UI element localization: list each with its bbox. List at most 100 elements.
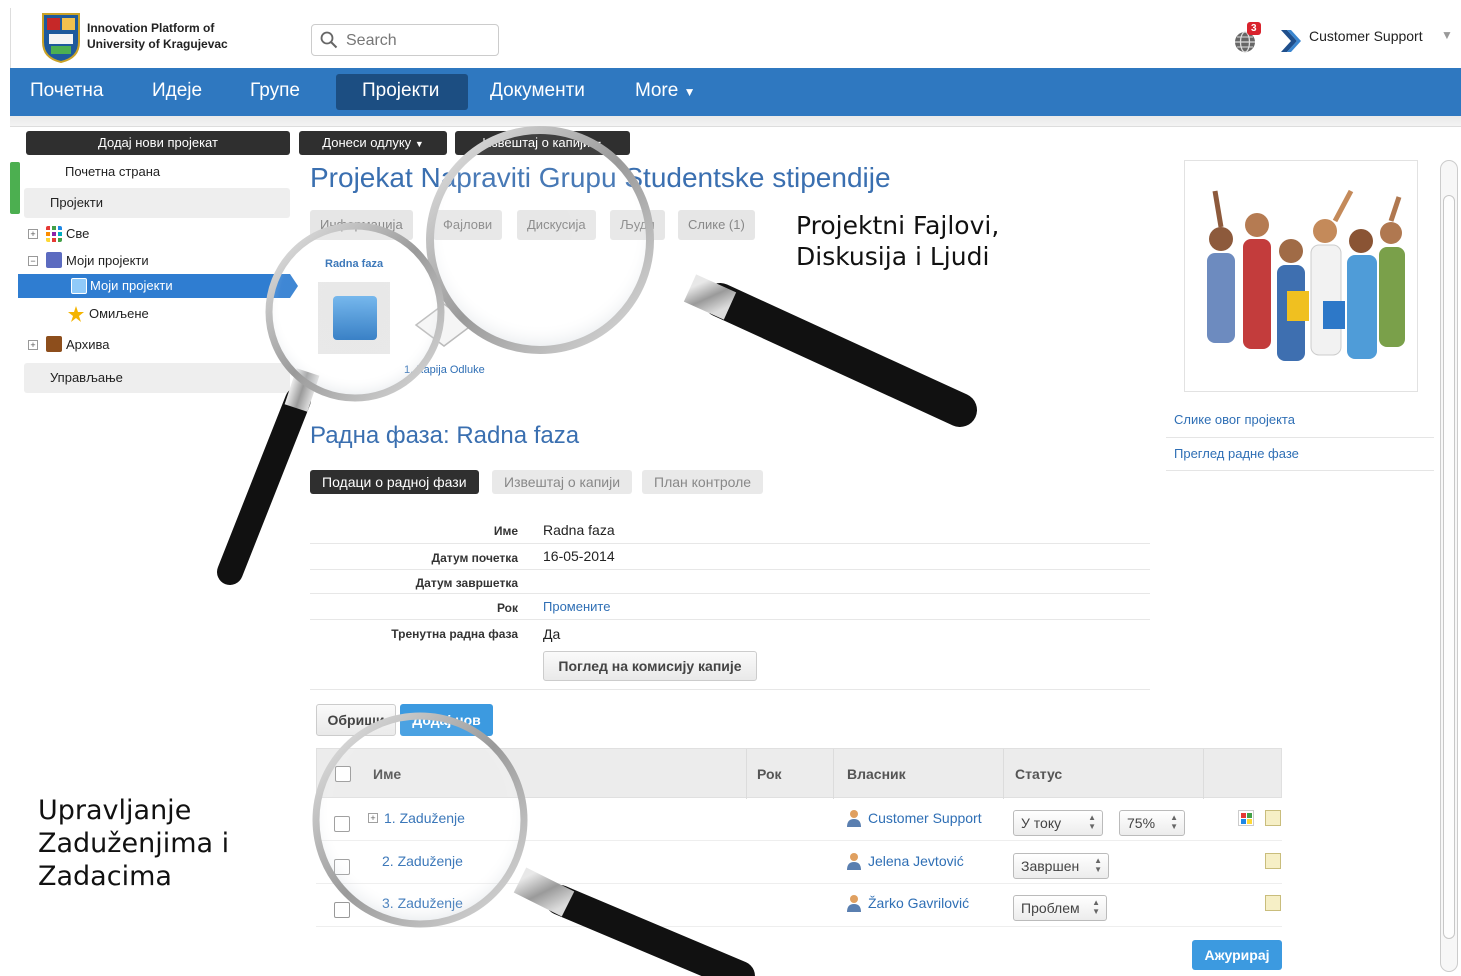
select-all-checkbox[interactable] bbox=[335, 766, 351, 782]
task-owner-link[interactable]: Žarko Gavrilović bbox=[868, 895, 969, 911]
search-placeholder: Search bbox=[346, 32, 397, 49]
gate-phase-icon[interactable] bbox=[333, 296, 377, 340]
project-photo-frame[interactable] bbox=[1184, 160, 1418, 392]
notifications-button[interactable]: 3 bbox=[1233, 22, 1261, 54]
collapse-my-projects-icon[interactable]: − bbox=[28, 256, 38, 266]
change-deadline-link[interactable]: Промените bbox=[543, 599, 610, 614]
notes-icon[interactable] bbox=[1265, 853, 1281, 869]
field-value: 16-05-2014 bbox=[543, 548, 615, 564]
user-menu-caret-icon[interactable]: ▼ bbox=[1441, 28, 1453, 42]
column-status[interactable]: Статус bbox=[1015, 766, 1062, 782]
make-decision-caret-icon: ▼ bbox=[414, 139, 424, 149]
status-select[interactable]: У току ▲ ▼ bbox=[1013, 810, 1103, 836]
select-arrows-icon: ▲ ▼ bbox=[1094, 856, 1102, 874]
field-label: Рок bbox=[496, 601, 518, 615]
sidebar-item-favorites[interactable]: Омиљене bbox=[89, 306, 149, 321]
column-divider bbox=[1203, 749, 1204, 799]
sidebar-item-my-projects-selected[interactable]: Моји пројекти bbox=[18, 274, 298, 298]
status-select[interactable]: Проблем ▲ ▼ bbox=[1013, 895, 1107, 921]
tab-people[interactable]: Људи bbox=[610, 210, 665, 240]
gate-report-button[interactable]: Извештај о капији ▼ bbox=[455, 131, 630, 155]
nav-more[interactable]: More ▼ bbox=[635, 80, 695, 102]
notes-icon[interactable] bbox=[1265, 810, 1281, 826]
callout-task-management: Upravljanje Zaduženjima i Zadacima bbox=[38, 794, 229, 893]
right-divider bbox=[1166, 437, 1434, 438]
user-icon bbox=[847, 853, 861, 870]
scrollbar[interactable] bbox=[1440, 160, 1458, 972]
tab-information[interactable]: Информација bbox=[310, 210, 413, 240]
nav-groups[interactable]: Групе bbox=[250, 80, 300, 102]
phase-overview-link[interactable]: Преглед радне фазе bbox=[1174, 446, 1299, 461]
expand-all-icon[interactable]: + bbox=[28, 229, 38, 239]
gantt-icon-red bbox=[1241, 813, 1246, 818]
task-owner-link[interactable]: Jelena Jevtović bbox=[868, 853, 964, 869]
column-divider bbox=[833, 749, 834, 799]
task-name-link[interactable]: 2. Zaduženje bbox=[382, 853, 463, 869]
table-row: + 1. Zaduženje Customer Support У току ▲ ▼… bbox=[316, 798, 1282, 841]
task-name-link[interactable]: 1. Zaduženje bbox=[384, 810, 465, 826]
scrollbar-thumb[interactable] bbox=[1443, 195, 1455, 939]
add-project-button[interactable]: Додај нови пројекат bbox=[26, 131, 290, 155]
sidebar-item-archive[interactable]: Архива bbox=[66, 337, 110, 352]
user-chevron-icon[interactable] bbox=[1279, 28, 1301, 54]
search-input[interactable]: Search bbox=[311, 24, 499, 56]
delete-button[interactable]: Обриши bbox=[316, 704, 396, 736]
sidebar-section-management-label: Управљање bbox=[50, 370, 123, 385]
nav-ideas[interactable]: Идеје bbox=[152, 80, 202, 102]
column-deadline[interactable]: Рок bbox=[757, 766, 782, 782]
expand-task-icon[interactable]: + bbox=[368, 813, 378, 823]
gate-decision-link[interactable]: 1. Kapija Odluke bbox=[404, 364, 485, 376]
add-new-button[interactable]: Додај нов bbox=[400, 704, 493, 736]
project-images-link[interactable]: Слике овог пројекта bbox=[1174, 412, 1295, 427]
org-line-1: Innovation Platform of bbox=[87, 21, 215, 35]
user-menu-name[interactable]: Customer Support bbox=[1309, 28, 1423, 44]
notes-icon[interactable] bbox=[1265, 895, 1281, 911]
nav-projects[interactable]: Пројекти bbox=[362, 80, 439, 102]
select-arrows-icon: ▲ ▼ bbox=[1088, 813, 1096, 831]
select-arrows-icon: ▲ ▼ bbox=[1170, 813, 1178, 831]
update-button[interactable]: Ажурирај bbox=[1192, 940, 1282, 970]
sidebar-section-management[interactable]: Управљање bbox=[24, 363, 290, 393]
sidebar-collapse-handle[interactable] bbox=[10, 162, 20, 214]
sidebar-section-projects[interactable]: Пројекти bbox=[24, 188, 290, 218]
search-icon bbox=[320, 31, 338, 49]
expand-archive-icon[interactable]: + bbox=[28, 340, 38, 350]
field-row-start-date: Датум почетка 16-05-2014 bbox=[310, 544, 1150, 570]
tab-files[interactable]: Фајлови bbox=[433, 210, 503, 240]
sidebar-item-home[interactable]: Почетна страна bbox=[65, 164, 160, 179]
task-owner-link[interactable]: Customer Support bbox=[868, 810, 982, 826]
star-icon bbox=[68, 306, 84, 322]
tab-images[interactable]: Слике (1) bbox=[678, 210, 755, 240]
grid-icon bbox=[46, 226, 62, 242]
status-value: У току bbox=[1021, 815, 1062, 831]
main-nav: Почетна Идеје Групе Пројекти Документи M… bbox=[10, 68, 1461, 116]
task-name-link[interactable]: 3. Zaduženje bbox=[382, 895, 463, 911]
make-decision-label: Донеси одлуку bbox=[322, 135, 412, 150]
archive-icon bbox=[46, 336, 62, 352]
tab-phase-data[interactable]: Подаци о радној фази bbox=[310, 470, 479, 494]
select-arrows-icon: ▲ ▼ bbox=[1092, 898, 1100, 916]
gantt-icon-yellow bbox=[1247, 819, 1252, 824]
sidebar-item-my-projects[interactable]: Моји пројекти bbox=[66, 253, 149, 268]
row-checkbox[interactable] bbox=[334, 816, 350, 832]
tab-gate-report[interactable]: Извештај о капији bbox=[492, 470, 633, 494]
row-checkbox[interactable] bbox=[334, 902, 350, 918]
column-name[interactable]: Име bbox=[373, 766, 401, 782]
sidebar-item-all[interactable]: Све bbox=[66, 226, 89, 241]
gate-label: Radna faza bbox=[325, 258, 384, 270]
gantt-icon[interactable] bbox=[1238, 810, 1254, 826]
tab-control-plan[interactable]: План контроле bbox=[642, 470, 764, 494]
nav-home[interactable]: Почетна bbox=[30, 80, 103, 102]
column-owner[interactable]: Власник bbox=[847, 766, 906, 782]
row-checkbox[interactable] bbox=[334, 859, 350, 875]
callout-bottom-line-1: Upravljanje bbox=[38, 795, 192, 826]
progress-select[interactable]: 75% ▲ ▼ bbox=[1119, 810, 1185, 836]
nav-documents[interactable]: Документи bbox=[490, 80, 585, 102]
view-gate-committee-button[interactable]: Поглед на комисију капије bbox=[543, 651, 757, 681]
sidebar-selected-label: Моји пројекти bbox=[90, 278, 173, 293]
status-select[interactable]: Завршен ▲ ▼ bbox=[1013, 853, 1109, 879]
make-decision-button[interactable]: Донеси одлуку ▼ bbox=[299, 131, 447, 155]
field-label: Датум завршетка bbox=[415, 576, 518, 590]
tab-discussion[interactable]: Дискусија bbox=[517, 210, 596, 240]
organization-name: Innovation Platform of University of Kra… bbox=[87, 20, 228, 52]
